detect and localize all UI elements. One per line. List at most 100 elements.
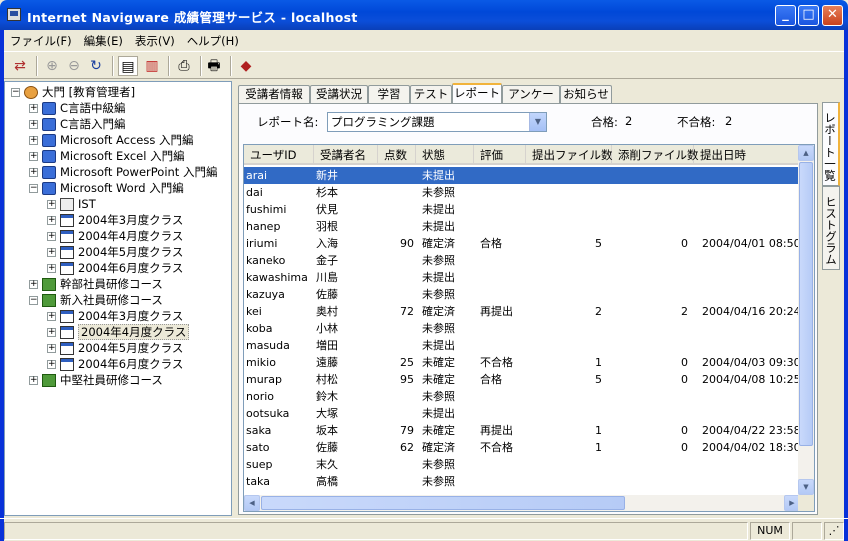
table-row[interactable]: suep 末久 未参照 — [244, 456, 800, 473]
tree-node[interactable]: + C言語入門編 — [29, 116, 126, 132]
tree-node[interactable]: + C言語中級編 — [29, 100, 126, 116]
expand-icon[interactable]: + — [47, 264, 56, 273]
expand-icon[interactable]: + — [47, 328, 56, 337]
tree-node[interactable]: − Microsoft Word 入門編 — [29, 180, 184, 196]
column-header[interactable]: 評価 — [474, 145, 526, 165]
expand-icon[interactable]: + — [47, 248, 56, 257]
collapse-icon[interactable]: − — [11, 88, 20, 97]
close-button[interactable]: ✕ — [822, 5, 843, 26]
column-header[interactable]: 提出ファイル数 — [526, 145, 613, 165]
scroll-up-icon[interactable]: ▲ — [798, 145, 814, 161]
table-row[interactable]: taka 高橋 未参照 — [244, 473, 800, 490]
column-header[interactable]: ユーザID — [244, 145, 314, 165]
expand-icon[interactable]: + — [47, 216, 56, 225]
horizontal-scroll-thumb[interactable] — [261, 496, 625, 510]
collapse-icon[interactable]: − — [29, 184, 38, 193]
table-row[interactable]: sato 佐藤 62 確定済 不合格 1 0 2004/04/02 18:30 — [244, 439, 801, 456]
tree-node[interactable]: + 中堅社員研修コース — [29, 372, 163, 388]
view-graph-icon[interactable]: ▥ — [142, 56, 162, 76]
expand-icon[interactable]: + — [29, 120, 38, 129]
expand-icon[interactable]: + — [29, 168, 38, 177]
table-row[interactable]: koba 小林 未参照 — [244, 320, 800, 337]
expand-icon[interactable]: + — [29, 104, 38, 113]
table-row[interactable]: kei 奥村 72 確定済 再提出 2 2 2004/04/16 20:24 — [244, 303, 801, 320]
menu-edit[interactable]: 編集(E) — [78, 30, 129, 52]
table-row[interactable]: murap 村松 95 未確定 合格 5 0 2004/04/08 10:25 — [244, 371, 801, 388]
table-row[interactable]: norio 鈴木 未参照 — [244, 388, 800, 405]
scroll-down-icon[interactable]: ▼ — [798, 479, 814, 495]
tab-6[interactable]: お知らせ — [560, 85, 612, 104]
expand-icon[interactable]: + — [29, 152, 38, 161]
table-row[interactable]: iriumi 入海 90 確定済 合格 5 0 2004/04/01 08:50 — [244, 235, 801, 252]
expand-icon[interactable]: + — [47, 232, 56, 241]
column-header[interactable]: 点数 — [378, 145, 416, 165]
tree-node[interactable]: +2004年3月度クラス — [47, 212, 183, 228]
vertical-scroll-thumb[interactable] — [799, 162, 813, 446]
table-row[interactable]: ootsuka 大塚 未提出 — [244, 405, 800, 422]
tree-node[interactable]: +2004年4月度クラス — [47, 324, 190, 340]
menu-help[interactable]: ヘルプ(H) — [181, 30, 245, 52]
zoom-out-icon[interactable]: ⊖ — [64, 56, 84, 76]
export-icon[interactable]: ⎙ — [174, 56, 194, 76]
tab-0[interactable]: 受講者情報 — [238, 85, 310, 104]
tree-node[interactable]: +2004年3月度クラス — [47, 308, 183, 324]
book-icon[interactable]: ◆ — [236, 56, 256, 76]
tab-1[interactable]: 受講状況 — [310, 85, 368, 104]
tree-node[interactable]: − 新入社員研修コース — [29, 292, 163, 308]
table-row[interactable]: arai 新井 未提出 — [244, 167, 800, 184]
expand-icon[interactable]: + — [47, 360, 56, 369]
horizontal-scrollbar[interactable]: ◀ ▶ — [244, 495, 800, 511]
tree-node[interactable]: +2004年4月度クラス — [47, 228, 183, 244]
print-icon[interactable]: 🖶 — [204, 56, 224, 76]
collapse-icon[interactable]: − — [29, 296, 38, 305]
column-header[interactable]: 状態 — [416, 145, 474, 165]
tree-node[interactable]: +2004年6月度クラス — [47, 356, 183, 372]
side-tab-histogram[interactable]: ヒストグラム — [822, 186, 840, 270]
expand-icon[interactable]: + — [47, 312, 56, 321]
column-header[interactable]: 提出日時 — [694, 145, 800, 165]
course-tree[interactable]: − 大門 [教育管理者] + C言語中級編 + C言語入門編 + Microsoft Acce… — [4, 81, 232, 516]
report-table[interactable]: ユーザID 受講者名 点数 状態 評価 提出ファイル数 添削ファイル数 提出日時 arai 新井… — [243, 144, 815, 512]
tree-node[interactable]: +2004年6月度クラス — [47, 260, 183, 276]
view-list-icon[interactable]: ▤ — [118, 56, 138, 76]
expand-icon[interactable]: + — [29, 136, 38, 145]
tree-node[interactable]: + Microsoft Access 入門編 — [29, 132, 194, 148]
table-row[interactable]: fushimi 伏見 未提出 — [244, 201, 800, 218]
report-select[interactable]: プログラミング課題 ▼ — [327, 112, 547, 132]
tree-node[interactable]: +2004年5月度クラス — [47, 340, 183, 356]
column-header[interactable]: 受講者名 — [314, 145, 378, 165]
table-row[interactable]: kawashima 川島 未提出 — [244, 269, 800, 286]
tree-node[interactable]: +2004年5月度クラス — [47, 244, 183, 260]
expand-icon[interactable]: + — [47, 344, 56, 353]
table-row[interactable]: kazuya 佐藤 未参照 — [244, 286, 800, 303]
tab-5[interactable]: アンケート — [502, 85, 560, 118]
tab-3[interactable]: テスト — [410, 85, 452, 104]
menu-file[interactable]: ファイル(F) — [4, 30, 78, 52]
expand-icon[interactable]: + — [29, 280, 38, 289]
chevron-down-icon[interactable]: ▼ — [529, 113, 546, 131]
table-row[interactable]: saka 坂本 79 未確定 再提出 1 0 2004/04/22 23:58 — [244, 422, 801, 439]
tree-node[interactable]: − 大門 [教育管理者] — [11, 84, 135, 100]
tree-node[interactable]: + Microsoft Excel 入門編 — [29, 148, 185, 164]
table-row[interactable]: mikio 遠藤 25 未確定 不合格 1 0 2004/04/03 09:30 — [244, 354, 801, 371]
table-row[interactable]: hanep 羽根 未提出 — [244, 218, 800, 235]
maximize-button[interactable]: □ — [798, 5, 819, 26]
tree-node[interactable]: + Microsoft PowerPoint 入門編 — [29, 164, 217, 180]
resize-grip[interactable]: ⋰ — [824, 522, 844, 540]
expand-icon[interactable]: + — [47, 200, 56, 209]
tab-2[interactable]: 学習 — [368, 85, 410, 104]
zoom-in-icon[interactable]: ⊕ — [42, 56, 62, 76]
menu-view[interactable]: 表示(V) — [129, 30, 181, 52]
tree-node[interactable]: + 幹部社員研修コース — [29, 276, 163, 292]
logout-icon[interactable]: ⇄ — [10, 56, 30, 76]
refresh-icon[interactable]: ↻ — [86, 56, 106, 76]
table-row[interactable]: dai 杉本 未参照 — [244, 184, 800, 201]
table-row[interactable]: kaneko 金子 未参照 — [244, 252, 800, 269]
column-header[interactable]: 添削ファイル数 — [612, 145, 699, 165]
scroll-left-icon[interactable]: ◀ — [244, 495, 260, 511]
minimize-button[interactable]: _ — [775, 5, 796, 26]
tab-4[interactable]: レポート — [452, 83, 502, 105]
table-row[interactable]: masuda 増田 未提出 — [244, 337, 800, 354]
tree-node[interactable]: + IST — [47, 196, 96, 212]
side-tab-report-list[interactable]: レポート一覧 — [822, 102, 840, 186]
